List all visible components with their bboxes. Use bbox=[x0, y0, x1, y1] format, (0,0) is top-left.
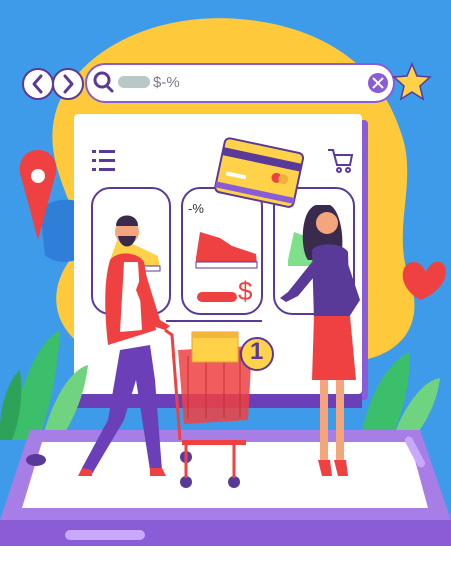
discount-label: -% bbox=[188, 201, 204, 216]
divider bbox=[166, 320, 262, 322]
search-query-text: $-% bbox=[153, 74, 180, 91]
tablet-camera bbox=[26, 454, 46, 466]
clear-button[interactable] bbox=[368, 73, 388, 93]
back-button[interactable] bbox=[22, 68, 54, 100]
search-text-placeholder-bar bbox=[118, 76, 150, 88]
tablet-home-bar bbox=[65, 530, 145, 540]
price-bar bbox=[197, 292, 237, 302]
address-bar bbox=[22, 63, 395, 103]
plant-right bbox=[360, 352, 440, 440]
price-symbol: $ bbox=[238, 276, 253, 306]
forward-button[interactable] bbox=[52, 68, 84, 100]
illustration-scene bbox=[0, 18, 451, 571]
tablet-device bbox=[0, 430, 451, 571]
cart-count-text: 1 bbox=[250, 338, 264, 365]
